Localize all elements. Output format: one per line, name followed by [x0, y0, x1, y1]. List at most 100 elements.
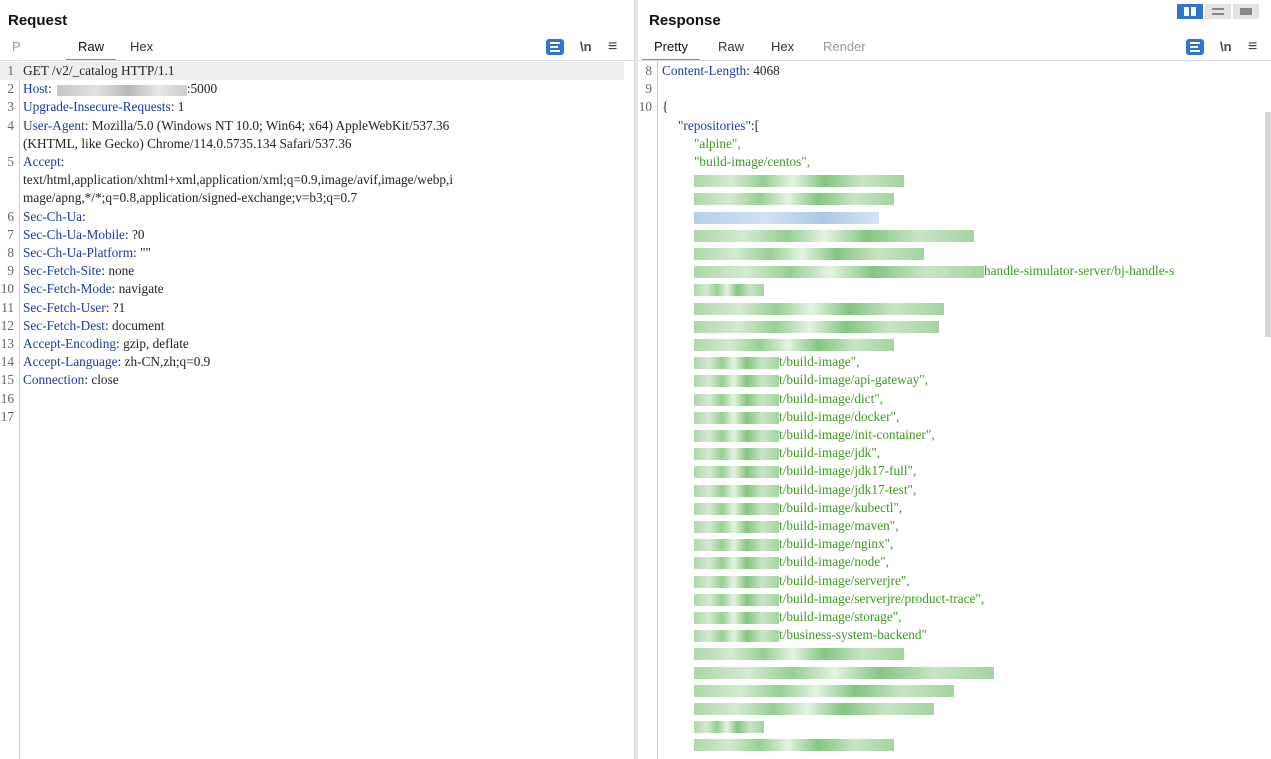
redacted-prefix	[694, 266, 984, 279]
json-string: t/build-image/init-container",	[779, 427, 935, 442]
header-value: none	[105, 263, 135, 279]
json-string: t/build-image/kubectl",	[779, 499, 903, 515]
json-punct: :[	[750, 117, 760, 133]
newline-icon[interactable]: \n	[1220, 38, 1232, 56]
tab-hex[interactable]: Hex	[771, 38, 794, 59]
redacted-repository	[694, 229, 974, 242]
word-wrap-icon[interactable]	[546, 39, 564, 55]
code-line: t/build-image/storage",	[638, 608, 1262, 626]
json-string: t/build-image/serverjre",	[779, 572, 910, 588]
raw-text: GET /v2/_catalog HTTP/1.1	[23, 63, 175, 78]
header-name: Sec-Fetch-Mode	[23, 281, 112, 297]
line-text: t/build-image/jdk17-test",	[694, 481, 916, 499]
line-number: 7	[7, 226, 14, 242]
code-line	[638, 226, 1262, 244]
line-number: 9	[7, 263, 14, 279]
header-value: 1	[174, 99, 185, 115]
response-toolbar: \n ≡	[1186, 38, 1266, 56]
request-title: Request	[8, 12, 68, 29]
header-value: document	[108, 317, 165, 333]
tabs-layout-icon[interactable]	[1233, 4, 1259, 19]
code-line: t/build-image/node",	[638, 553, 1262, 571]
response-title: Response	[649, 12, 721, 29]
line-text: t/build-image",	[694, 353, 859, 371]
code-line: 8 Sec-Ch-Ua-Platform: ""	[0, 244, 624, 262]
code-line: t/business-system-backend"	[638, 626, 1262, 644]
layout-switcher	[1177, 4, 1263, 19]
json-key: "repositories"	[678, 117, 751, 133]
header-name: Sec-Ch-Ua-Platform	[23, 245, 134, 260]
word-wrap-icon[interactable]	[1186, 39, 1204, 55]
tab-pretty-truncated[interactable]: P	[12, 38, 21, 59]
vertical-scrollbar[interactable]	[1265, 112, 1271, 337]
tab-hex[interactable]: Hex	[130, 38, 153, 59]
redacted-repository	[694, 320, 939, 333]
code-line	[638, 335, 1262, 353]
line-text: Accept-Language: zh-CN,zh;q=0.9	[23, 354, 211, 370]
header-value: 4068	[749, 63, 780, 78]
header-value: zh-CN,zh;q=0.9	[121, 354, 211, 370]
code-line: 1 GET /v2/_catalog HTTP/1.1	[0, 62, 624, 80]
line-number: 13	[0, 336, 14, 351]
redacted-repository	[694, 648, 904, 661]
code-line: 10 Sec-Fetch-Mode: navigate	[0, 280, 624, 298]
line-number: 8	[645, 63, 652, 78]
code-line	[638, 735, 1262, 753]
code-line: t/build-image/jdk",	[638, 444, 1262, 462]
tab-render[interactable]: Render	[823, 38, 866, 59]
menu-icon[interactable]: ≡	[1248, 38, 1257, 56]
json-string: t/build-image/jdk17-test",	[779, 481, 917, 497]
line-text: Sec-Fetch-User: ?1	[23, 299, 126, 315]
line-text	[694, 681, 954, 699]
code-line: t/build-image/nginx",	[638, 535, 1262, 553]
line-text	[694, 208, 879, 226]
tab-underline	[0, 60, 634, 61]
code-line: "alpine",	[638, 135, 1262, 153]
line-text: Connection: close	[23, 372, 119, 388]
header-name: Upgrade-Insecure-Requests	[23, 99, 171, 115]
redacted-repository	[694, 666, 994, 679]
code-line: t/build-image/serverjre/product-trace",	[638, 590, 1262, 608]
code-line: 17	[0, 408, 624, 426]
redacted-prefix	[694, 393, 779, 406]
code-line	[638, 699, 1262, 717]
code-line	[638, 280, 1262, 298]
redacted-host	[56, 84, 187, 96]
line-text: t/build-image/jdk17-full",	[694, 462, 916, 480]
redacted-prefix	[694, 448, 779, 461]
code-line	[638, 171, 1262, 189]
code-line: 16	[0, 390, 624, 408]
json-string: t/build-image/dict",	[779, 390, 884, 406]
newline-icon[interactable]: \n	[580, 38, 592, 56]
menu-icon[interactable]: ≡	[608, 38, 617, 56]
line-text: Sec-Fetch-Dest: document	[23, 317, 165, 333]
code-line: "repositories":[	[638, 117, 1262, 135]
line-text: t/build-image/node",	[694, 553, 889, 571]
line-number: 6	[7, 208, 14, 224]
code-line: handle-simulator-server/bj-handle-s	[638, 262, 1262, 280]
header-value: ?1	[109, 299, 126, 315]
tab-pretty[interactable]: Pretty	[642, 38, 700, 61]
line-text: t/build-image/serverjre",	[694, 572, 910, 590]
redacted-repository	[694, 175, 904, 188]
split-horizontal-icon[interactable]	[1177, 4, 1203, 19]
request-tabs: P Raw Hex	[0, 38, 634, 61]
line-number: 4	[7, 117, 14, 133]
json-string: t/build-image/jdk",	[779, 445, 881, 461]
line-number: 3	[7, 99, 14, 115]
tab-raw[interactable]: Raw	[66, 38, 117, 61]
split-vertical-icon[interactable]	[1205, 4, 1231, 19]
redacted-prefix	[694, 611, 779, 624]
code-line	[638, 208, 1262, 226]
tab-underline	[638, 60, 1271, 61]
redacted-prefix	[694, 375, 779, 388]
json-string: t/build-image/nginx",	[779, 536, 894, 552]
redacted-prefix	[694, 466, 779, 479]
line-text: t/build-image/storage",	[694, 608, 901, 626]
header-name: Sec-Fetch-Dest	[23, 317, 105, 333]
header-value: ?0	[128, 226, 145, 242]
tab-raw[interactable]: Raw	[718, 38, 744, 59]
request-toolbar: \n ≡	[546, 38, 626, 56]
line-text: t/build-image/kubectl",	[694, 499, 902, 517]
code-line	[638, 299, 1262, 317]
